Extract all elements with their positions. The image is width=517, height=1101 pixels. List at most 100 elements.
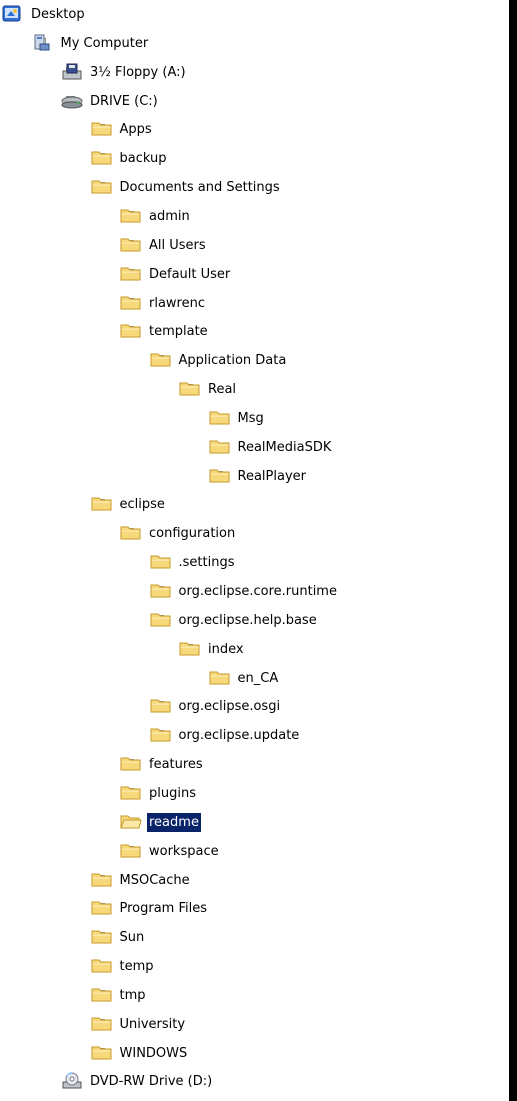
floppy-drive-icon bbox=[61, 63, 83, 81]
tree-item-label[interactable]: DRIVE (C:) bbox=[88, 92, 160, 111]
tree-item-label-selected[interactable]: readme bbox=[146, 811, 202, 833]
tree-item-label[interactable]: Apps bbox=[118, 120, 154, 139]
tree-item[interactable]: All Users bbox=[0, 231, 509, 260]
folder-icon bbox=[120, 294, 142, 312]
folder-icon bbox=[91, 495, 113, 513]
tree-item-label[interactable]: Desktop bbox=[29, 5, 87, 24]
folder-icon bbox=[120, 784, 142, 802]
tree-item[interactable]: RealPlayer bbox=[0, 462, 509, 491]
folder-icon bbox=[120, 524, 142, 542]
tree-item[interactable]: Msg bbox=[0, 404, 509, 433]
folder-icon bbox=[209, 467, 231, 485]
tree-item-label[interactable]: org.eclipse.help.base bbox=[177, 611, 319, 630]
tree-item-label[interactable]: org.eclipse.core.runtime bbox=[177, 582, 339, 601]
tree-item-label[interactable]: workspace bbox=[147, 842, 221, 861]
folder-icon bbox=[150, 351, 172, 369]
tree-item-label[interactable]: features bbox=[147, 755, 205, 774]
tree-item[interactable]: features bbox=[0, 750, 509, 779]
tree-item-label[interactable]: RealMediaSDK bbox=[236, 438, 334, 457]
tree-item[interactable]: temp bbox=[0, 952, 509, 981]
tree-item[interactable]: org.eclipse.osgi bbox=[0, 692, 509, 721]
folder-icon bbox=[209, 438, 231, 456]
tree-item-label[interactable]: backup bbox=[118, 149, 169, 168]
tree-item[interactable]: eclipse bbox=[0, 490, 509, 519]
tree-item[interactable]: 3½ Floppy (A:) bbox=[0, 58, 509, 87]
tree-item-label[interactable]: MSOCache bbox=[118, 871, 192, 890]
tree-item[interactable]: Apps bbox=[0, 115, 509, 144]
tree-item-label[interactable]: Application Data bbox=[177, 351, 289, 370]
tree-item-label[interactable]: My Computer bbox=[59, 34, 151, 53]
tree-item[interactable]: readme bbox=[0, 808, 509, 837]
tree-item-label[interactable]: Msg bbox=[236, 409, 266, 428]
tree-item-label[interactable]: Sun bbox=[118, 928, 147, 947]
tree-item[interactable]: workspace bbox=[0, 837, 509, 866]
tree-item-label[interactable]: Documents and Settings bbox=[118, 178, 282, 197]
folder-icon bbox=[91, 899, 113, 917]
folder-icon bbox=[91, 986, 113, 1004]
tree-item-label[interactable]: Default User bbox=[147, 265, 232, 284]
tree-item-label[interactable]: index bbox=[206, 640, 246, 659]
tree-item-label[interactable]: All Users bbox=[147, 236, 208, 255]
tree-item[interactable]: org.eclipse.update bbox=[0, 721, 509, 750]
tree-item[interactable]: Documents and Settings bbox=[0, 173, 509, 202]
tree-item-label[interactable]: template bbox=[147, 322, 210, 341]
tree-item-label[interactable]: 3½ Floppy (A:) bbox=[88, 63, 188, 82]
tree-item[interactable]: My Computer bbox=[0, 29, 509, 58]
tree-item[interactable]: Desktop bbox=[0, 0, 509, 29]
tree-item[interactable]: tmp bbox=[0, 981, 509, 1010]
tree-item-label[interactable]: eclipse bbox=[118, 495, 167, 514]
tree-item-label[interactable]: rlawrenc bbox=[147, 294, 207, 313]
folder-icon bbox=[91, 120, 113, 138]
tree-item[interactable]: org.eclipse.core.runtime bbox=[0, 577, 509, 606]
folder-icon bbox=[120, 265, 142, 283]
tree-item-label[interactable]: en_CA bbox=[236, 669, 281, 688]
window-edge bbox=[509, 0, 517, 1101]
tree-item[interactable]: .settings bbox=[0, 548, 509, 577]
tree-item[interactable]: configuration bbox=[0, 519, 509, 548]
folder-icon bbox=[150, 697, 172, 715]
tree-item[interactable]: DRIVE (C:) bbox=[0, 87, 509, 116]
tree-item[interactable]: Default User bbox=[0, 260, 509, 289]
folder-icon bbox=[150, 582, 172, 600]
tree-item[interactable]: backup bbox=[0, 144, 509, 173]
tree-item-label[interactable]: .settings bbox=[177, 553, 237, 572]
tree-item[interactable]: Sun bbox=[0, 923, 509, 952]
tree-item[interactable]: WINDOWS bbox=[0, 1039, 509, 1068]
tree-item[interactable]: MSOCache bbox=[0, 866, 509, 895]
tree-item-label[interactable]: Program Files bbox=[118, 899, 210, 918]
tree-item-label[interactable]: tmp bbox=[118, 986, 148, 1005]
tree-item[interactable]: Real bbox=[0, 375, 509, 404]
tree-item-label[interactable]: temp bbox=[118, 957, 156, 976]
tree-item[interactable]: Application Data bbox=[0, 346, 509, 375]
tree-item[interactable]: Program Files bbox=[0, 894, 509, 923]
folder-icon bbox=[120, 842, 142, 860]
tree-item-label[interactable]: DVD-RW Drive (D:) bbox=[88, 1072, 214, 1091]
tree-item-label[interactable]: RealPlayer bbox=[236, 467, 308, 486]
my-computer-icon bbox=[32, 34, 54, 52]
tree-item[interactable]: RealMediaSDK bbox=[0, 433, 509, 462]
tree-item-label[interactable]: org.eclipse.update bbox=[177, 726, 302, 745]
tree-item[interactable]: template bbox=[0, 317, 509, 346]
tree-item[interactable]: en_CA bbox=[0, 664, 509, 693]
folder-open-icon bbox=[120, 813, 142, 831]
tree-item[interactable]: org.eclipse.help.base bbox=[0, 606, 509, 635]
hard-drive-icon bbox=[61, 92, 83, 110]
tree-item-label[interactable]: WINDOWS bbox=[118, 1044, 190, 1063]
folder-icon bbox=[150, 553, 172, 571]
tree-item-label[interactable]: configuration bbox=[147, 524, 237, 543]
tree-item-label[interactable]: admin bbox=[147, 207, 192, 226]
tree-item-label[interactable]: Real bbox=[206, 380, 238, 399]
tree-item[interactable]: admin bbox=[0, 202, 509, 231]
folder-icon bbox=[179, 380, 201, 398]
tree-item[interactable]: DVD-RW Drive (D:) bbox=[0, 1067, 509, 1096]
desktop-icon bbox=[2, 5, 24, 23]
tree-item[interactable]: University bbox=[0, 1010, 509, 1039]
tree-item-label[interactable]: University bbox=[118, 1015, 188, 1034]
tree-item[interactable]: index bbox=[0, 635, 509, 664]
folder-icon bbox=[120, 236, 142, 254]
tree-item-label[interactable]: plugins bbox=[147, 784, 198, 803]
folder-icon bbox=[120, 207, 142, 225]
tree-item[interactable]: plugins bbox=[0, 779, 509, 808]
tree-item[interactable]: rlawrenc bbox=[0, 289, 509, 318]
tree-item-label[interactable]: org.eclipse.osgi bbox=[177, 697, 283, 716]
